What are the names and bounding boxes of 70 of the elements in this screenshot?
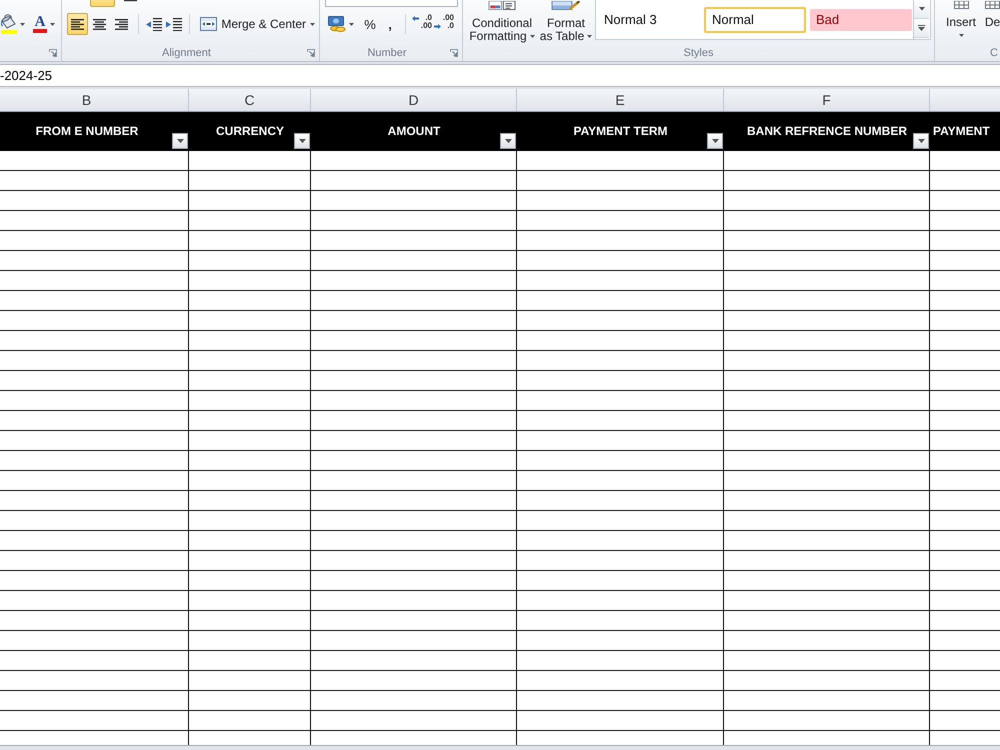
caret-down-icon [298,138,306,144]
money-icon [328,16,346,32]
merge-cells-icon [200,17,218,31]
format-table-icon [550,1,582,10]
increase-decimal-button[interactable]: .0 .00 [411,13,433,35]
merge-center-button[interactable]: Merge & Center [196,13,320,35]
format-as-table-button[interactable]: Format as Table [540,0,592,44]
column-header[interactable]: E [517,89,724,111]
filter-dropdown-button[interactable] [707,133,723,149]
caret-down-icon [20,22,25,26]
caret-down-icon [504,138,512,144]
more-icon [918,25,925,31]
filter-dropdown-button[interactable] [172,133,188,149]
filter-dropdown-button[interactable] [294,133,310,149]
cell-style-option[interactable]: Normal [704,6,806,32]
group-label: Number [366,47,408,59]
arrow-right-icon [434,24,441,28]
table-grid-icon [985,1,1000,9]
align-left-button[interactable] [67,13,88,35]
column-heading: AMOUNT [388,124,440,138]
percent-button[interactable]: % [360,13,380,35]
caret-down-icon [918,138,924,144]
lines-icon [124,0,137,3]
comma-button[interactable]: , [380,13,400,35]
column-header[interactable]: B [0,89,189,111]
group-label: Styles [682,47,714,59]
number-format-field[interactable] [325,0,458,7]
indent-decrease-icon [146,18,162,30]
delete-button[interactable]: De [983,0,1000,44]
column-header[interactable]: D [311,89,517,111]
caret-down-icon [958,34,964,37]
insert-button[interactable]: Insert [941,0,981,44]
dialog-launcher-icon[interactable] [450,49,458,57]
currency-format-button[interactable] [326,13,356,35]
arrow-left-icon [412,16,419,20]
column-header[interactable]: C [189,89,311,111]
gallery-more-button[interactable] [914,19,929,38]
cell-style-option[interactable]: Bad [810,8,912,30]
caret-down-icon [176,138,184,144]
conditional-formatting-button[interactable]: Conditional Formatting [466,0,538,44]
column-heading: FROM E NUMBER [36,124,138,138]
column-heading: CURRENCY [216,124,284,138]
column-heading: PAYMENT TERM [573,124,668,138]
caret-down-icon [349,22,354,26]
indent-increase-icon [166,18,182,30]
caret-down-icon [310,22,316,26]
align-left-icon [71,18,84,30]
caret-down-icon [918,7,924,11]
dialog-launcher-icon[interactable] [307,49,315,57]
scroll-down-button[interactable] [914,0,929,19]
column-header[interactable]: F [724,89,930,111]
table-grid-icon [954,1,968,9]
formula-field[interactable]: -2024-25 [0,64,1000,87]
conditional-formatting-icon [487,1,517,10]
column-heading: PAYMENT [933,124,990,138]
caret-down-icon [530,35,535,38]
group-label: Alignment [161,47,212,59]
filter-dropdown-button[interactable] [913,133,929,149]
caret-down-icon [712,138,718,144]
align-right-icon [115,18,128,30]
group-label: C [989,47,998,59]
dialog-launcher-icon[interactable] [49,49,57,57]
fill-color-button[interactable] [0,13,26,35]
column-heading: BANK REFRENCE NUMBER [746,124,907,138]
filter-dropdown-button[interactable] [500,133,516,149]
align-center-icon [93,18,106,30]
font-color-button[interactable]: A [29,13,59,35]
caret-down-icon [587,35,592,38]
decrease-decimal-button[interactable]: .00 .0 [433,13,455,35]
caret-down-icon [50,22,55,26]
